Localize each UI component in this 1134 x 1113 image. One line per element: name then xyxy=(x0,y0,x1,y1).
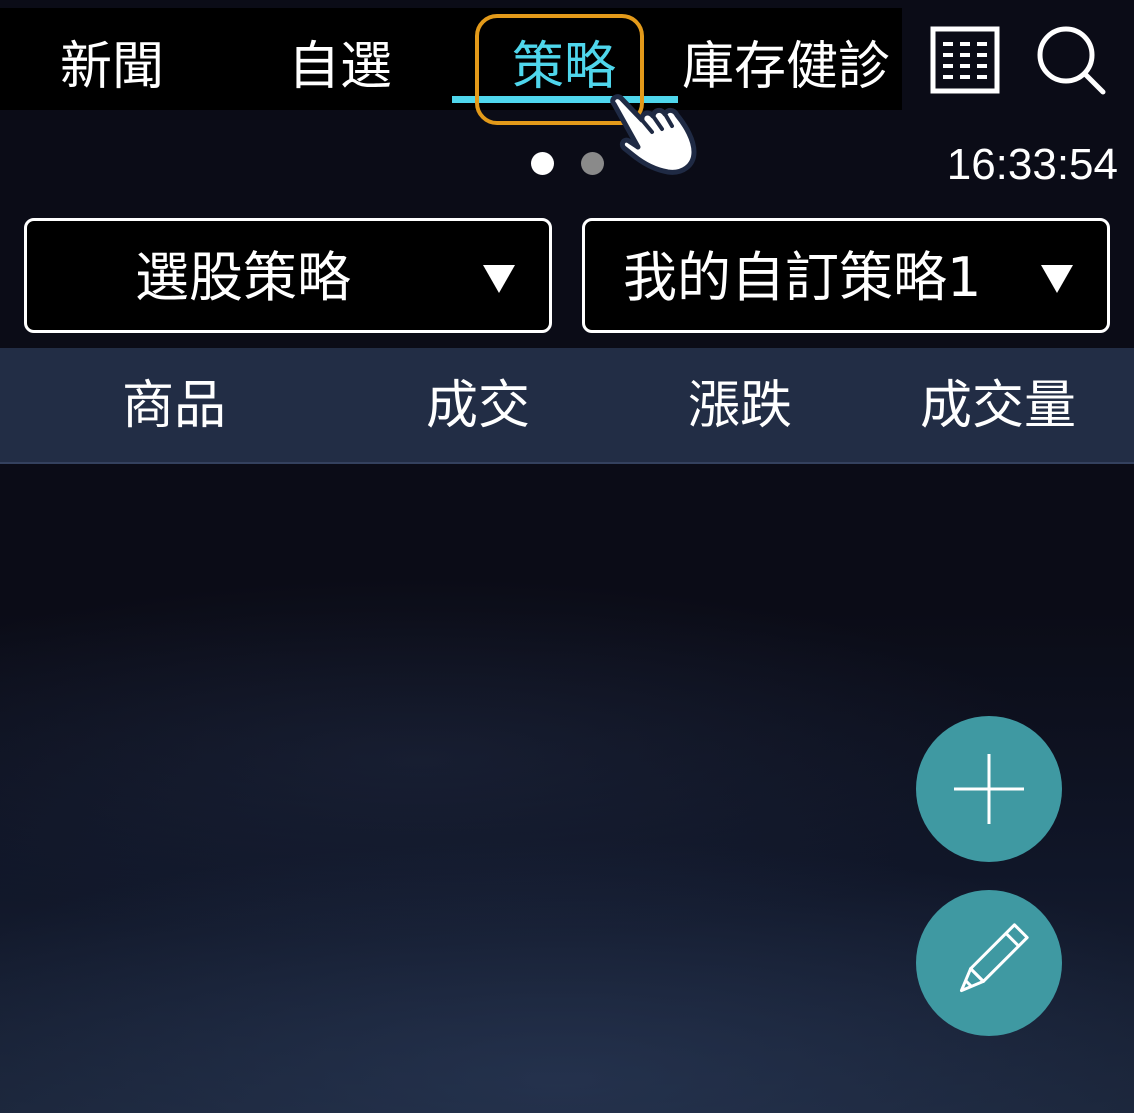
tab-watchlist[interactable]: 自選 xyxy=(288,32,392,102)
strategy-category-dropdown[interactable]: 選股策略 xyxy=(24,218,552,333)
column-header-price[interactable]: 成交 xyxy=(426,376,530,436)
pointing-hand-icon xyxy=(604,94,704,178)
app-screen: 新聞 自選 策略 庫存健診 16:33:54 選股策略 我的自訂策略1 商品 成… xyxy=(0,0,1134,1113)
column-header-change[interactable]: 漲跌 xyxy=(688,376,792,436)
tab-portfolio-checkup[interactable]: 庫存健診 xyxy=(682,32,890,102)
add-strategy-button[interactable] xyxy=(916,716,1062,862)
search-button[interactable] xyxy=(1034,24,1108,96)
edit-strategy-button[interactable] xyxy=(916,890,1062,1036)
strategy-category-label: 選股策略 xyxy=(135,246,351,309)
dropdown-arrow-icon xyxy=(483,265,515,293)
column-header-volume[interactable]: 成交量 xyxy=(920,376,1076,436)
pencil-icon xyxy=(959,923,1029,993)
market-time: 16:33:54 xyxy=(946,140,1118,189)
custom-strategy-dropdown[interactable]: 我的自訂策略1 xyxy=(582,218,1110,333)
column-header-product[interactable]: 商品 xyxy=(122,376,226,436)
search-icon xyxy=(1037,26,1106,95)
page-dot-2[interactable] xyxy=(581,152,604,175)
page-dot-1[interactable] xyxy=(531,152,554,175)
custom-strategy-label: 我的自訂策略1 xyxy=(623,246,982,309)
dropdown-arrow-icon xyxy=(1041,265,1073,293)
top-nav: 新聞 自選 策略 庫存健診 xyxy=(0,8,902,110)
quote-table-header: 商品 成交 漲跌 成交量 xyxy=(0,348,1134,464)
keypad-button[interactable] xyxy=(930,26,1000,94)
tab-news[interactable]: 新聞 xyxy=(60,32,164,102)
keypad-icon xyxy=(930,26,1000,94)
plus-icon xyxy=(954,754,1024,824)
